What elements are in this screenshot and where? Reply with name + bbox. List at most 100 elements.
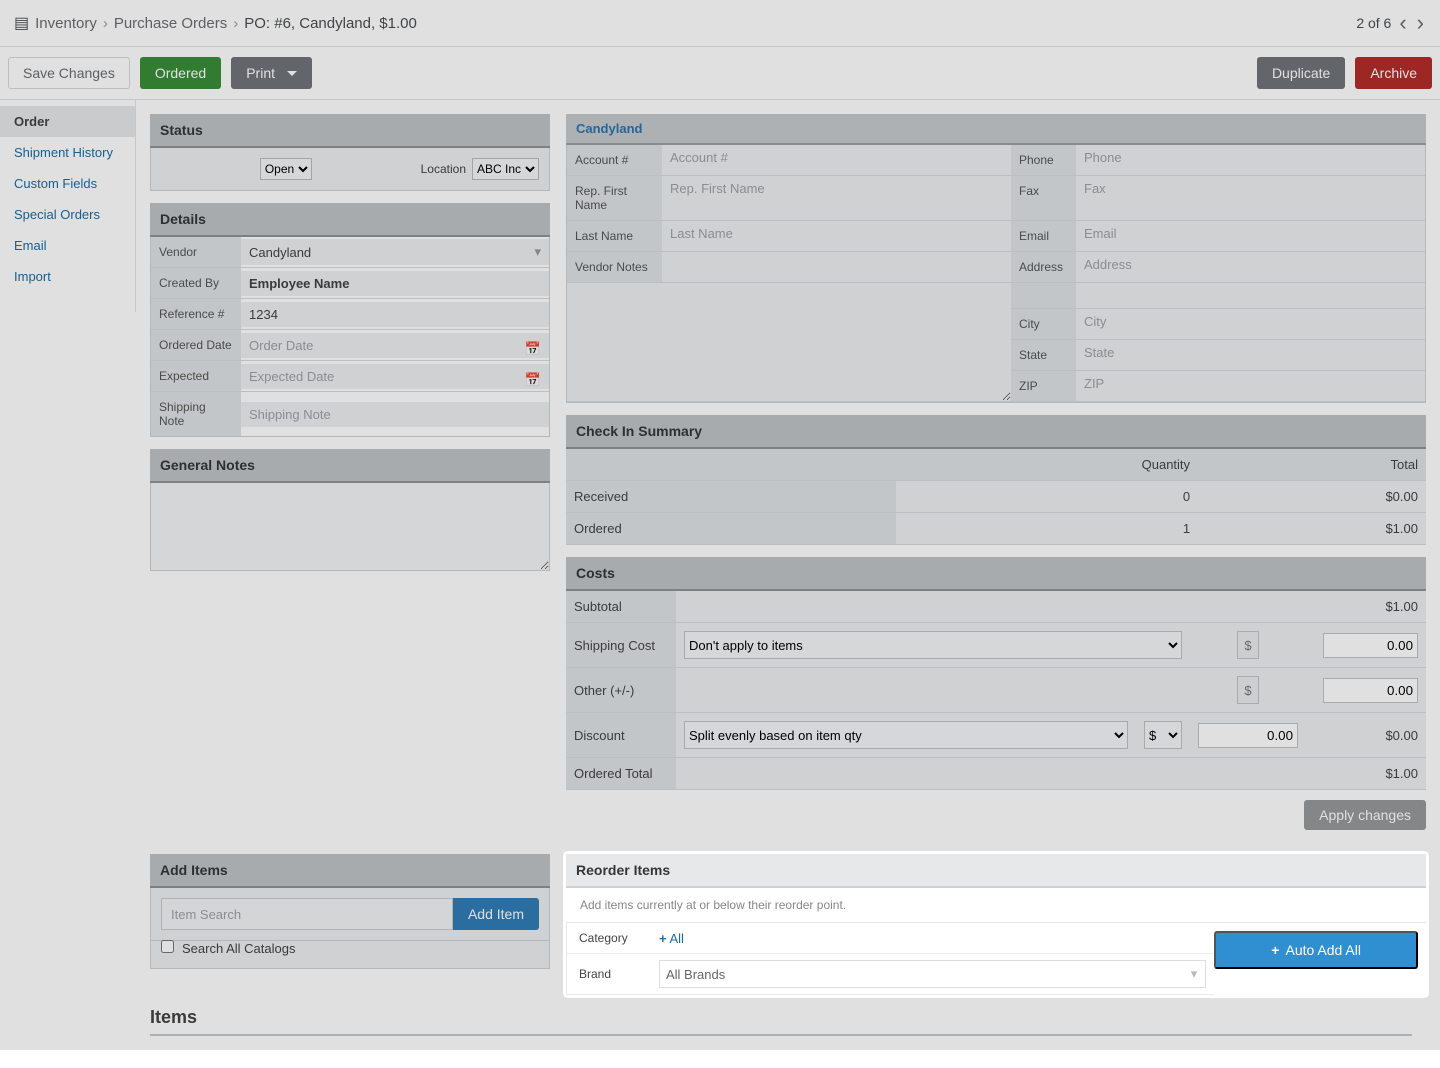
address-label: Address xyxy=(1011,252,1076,283)
rep-first-name-label: Rep. First Name xyxy=(567,176,662,221)
record-pager: 2 of 6 ‹ › xyxy=(1356,10,1426,36)
state-label: State xyxy=(1011,340,1076,371)
received-label: Received xyxy=(566,481,896,513)
city-input[interactable] xyxy=(1084,314,1417,329)
plus-icon: + xyxy=(659,931,667,946)
ordered-button[interactable]: Ordered xyxy=(140,57,221,89)
ordered-total-label: Ordered Total xyxy=(566,758,676,790)
ordered-date-input[interactable] xyxy=(249,338,541,353)
duplicate-button[interactable]: Duplicate xyxy=(1257,57,1345,89)
created-by-label: Created By xyxy=(151,268,241,298)
total-header: Total xyxy=(1198,449,1426,481)
calendar-icon[interactable]: 📅 xyxy=(525,341,541,357)
last-name-label: Last Name xyxy=(567,221,662,252)
costs-table: Subtotal$1.00 Shipping Cost Don't apply … xyxy=(566,591,1426,790)
sidebar-item-special-orders[interactable]: Special Orders xyxy=(0,199,135,230)
pager-next-icon[interactable]: › xyxy=(1415,10,1426,36)
apply-changes-button[interactable]: Apply changes xyxy=(1304,800,1426,830)
created-by-value: Employee Name xyxy=(249,276,349,291)
discount-type-select[interactable]: $ xyxy=(1144,721,1182,749)
location-select[interactable]: ABC Inc xyxy=(472,158,539,180)
status-header: Status xyxy=(150,114,550,148)
status-select[interactable]: Open xyxy=(260,158,312,180)
category-all-link[interactable]: + All xyxy=(659,931,684,946)
side-nav: Order Shipment History Custom Fields Spe… xyxy=(0,100,136,312)
discount-amount-input[interactable] xyxy=(1198,723,1298,748)
address-input[interactable] xyxy=(1084,257,1417,272)
general-notes-textarea[interactable] xyxy=(150,483,550,571)
zip-label: ZIP xyxy=(1011,371,1076,402)
shipping-note-input[interactable] xyxy=(249,407,541,422)
shipping-cost-label: Shipping Cost xyxy=(566,623,676,668)
currency-symbol: $ xyxy=(1237,631,1259,659)
brand-select[interactable]: All Brands▾ xyxy=(659,960,1206,988)
pager-prev-icon[interactable]: ‹ xyxy=(1397,10,1408,36)
phone-input[interactable] xyxy=(1084,150,1417,165)
auto-add-all-button[interactable]: +Auto Add All xyxy=(1214,931,1418,969)
shipping-cost-input[interactable] xyxy=(1323,633,1418,658)
sidebar-item-import[interactable]: Import xyxy=(0,261,135,292)
reorder-items-header: Reorder Items xyxy=(566,854,1426,888)
vendor-select[interactable]: Candyland▾ xyxy=(249,244,541,260)
crumb-current: PO: #6, Candyland, $1.00 xyxy=(244,15,417,32)
save-button[interactable]: Save Changes xyxy=(8,57,130,89)
add-item-button[interactable]: Add Item xyxy=(453,898,539,930)
vendor-header: Candyland xyxy=(566,114,1426,145)
vendor-label: Vendor xyxy=(151,237,241,267)
general-notes-header: General Notes xyxy=(150,449,550,483)
crumb-root[interactable]: Inventory xyxy=(35,15,97,32)
details-header: Details xyxy=(150,203,550,237)
breadcrumb-bar: ▤ Inventory › Purchase Orders › PO: #6, … xyxy=(0,0,1440,47)
search-all-catalogs-checkbox[interactable] xyxy=(161,940,174,953)
costs-header: Costs xyxy=(566,557,1426,591)
zip-input[interactable] xyxy=(1084,376,1417,391)
expected-date-input[interactable] xyxy=(249,369,541,384)
item-search-input[interactable] xyxy=(161,898,453,930)
account-label: Account # xyxy=(567,145,662,176)
home-icon[interactable]: ▤ xyxy=(14,13,29,33)
sidebar-item-order[interactable]: Order xyxy=(0,106,135,137)
vendor-notes-textarea[interactable] xyxy=(567,283,1011,401)
calendar-icon[interactable]: 📅 xyxy=(525,372,541,388)
shipping-note-label: Shipping Note xyxy=(151,392,241,436)
search-all-catalogs-label: Search All Catalogs xyxy=(182,941,295,956)
expected-date-label: Expected xyxy=(151,361,241,391)
discount-apply-select[interactable]: Split evenly based on item qty xyxy=(684,721,1128,749)
currency-symbol: $ xyxy=(1237,676,1259,704)
subtotal-label: Subtotal xyxy=(566,591,676,623)
archive-button[interactable]: Archive xyxy=(1355,57,1432,89)
reorder-helper-text: Add items currently at or below their re… xyxy=(566,888,1426,923)
last-name-input[interactable] xyxy=(670,226,1003,241)
location-label: Location xyxy=(421,162,466,176)
fax-input[interactable] xyxy=(1084,181,1417,196)
phone-label: Phone xyxy=(1011,145,1076,176)
chevron-right-icon: › xyxy=(103,15,108,32)
vendor-email-input[interactable] xyxy=(1084,226,1417,241)
shipping-apply-select[interactable]: Don't apply to items xyxy=(684,631,1182,659)
other-input[interactable] xyxy=(1323,678,1418,703)
crumb-mid[interactable]: Purchase Orders xyxy=(114,15,227,32)
rep-first-name-input[interactable] xyxy=(670,181,1003,196)
action-toolbar: Save Changes Ordered Print Duplicate Arc… xyxy=(0,47,1440,100)
items-section-header: Items xyxy=(150,1007,1412,1036)
account-input[interactable] xyxy=(670,150,1003,165)
vendor-email-label: Email xyxy=(1011,221,1076,252)
reference-input[interactable] xyxy=(249,307,541,322)
sidebar-item-shipment-history[interactable]: Shipment History xyxy=(0,137,135,168)
vendor-notes-label: Vendor Notes xyxy=(567,252,662,283)
sidebar-item-custom-fields[interactable]: Custom Fields xyxy=(0,168,135,199)
status-row: Open Location ABC Inc xyxy=(150,148,550,191)
checkin-table: QuantityTotal Received0$0.00 Ordered1$1.… xyxy=(566,449,1426,545)
breadcrumb: ▤ Inventory › Purchase Orders › PO: #6, … xyxy=(14,13,417,33)
category-label: Category xyxy=(567,923,651,953)
reference-label: Reference # xyxy=(151,299,241,329)
address2-input[interactable] xyxy=(1084,288,1417,303)
pager-label: 2 of 6 xyxy=(1356,15,1391,31)
print-dropdown[interactable]: Print xyxy=(231,57,312,89)
state-input[interactable] xyxy=(1084,345,1417,360)
sidebar-item-email[interactable]: Email xyxy=(0,230,135,261)
vendor-link[interactable]: Candyland xyxy=(576,121,642,136)
city-label: City xyxy=(1011,309,1076,340)
checkin-header: Check In Summary xyxy=(566,415,1426,449)
add-items-header: Add Items xyxy=(150,854,550,888)
